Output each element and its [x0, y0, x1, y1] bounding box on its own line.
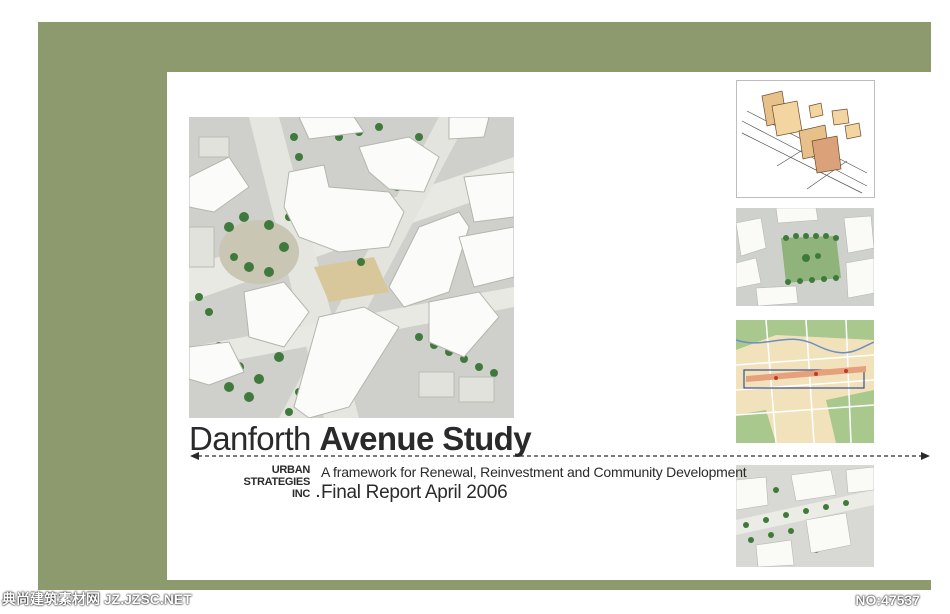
logo-dot: . — [316, 484, 320, 500]
report-subtitle: A framework for Renewal, Reinvestment an… — [321, 464, 747, 480]
main-model-photo — [189, 117, 514, 418]
report-date-line: Final Report April 2006 — [321, 482, 508, 503]
thumbnail-park-model — [736, 208, 874, 306]
logo-line-strategies: STRATEGIES — [243, 476, 311, 488]
thumbnail-street-model — [736, 465, 874, 567]
logo-line-inc: INC — [291, 488, 310, 500]
thumbnail-neighbourhood-map — [736, 320, 874, 443]
thumbnail-axonometric-sketch — [736, 80, 875, 198]
logo-line-urban: URBAN — [271, 464, 311, 476]
urban-strategies-logo: URBAN STRATEGIES INC — [234, 464, 311, 500]
site-watermark: 典尚建筑素材网 JZ.JZSC.NET — [2, 591, 192, 607]
image-number-watermark: NO:47537 — [855, 592, 920, 608]
